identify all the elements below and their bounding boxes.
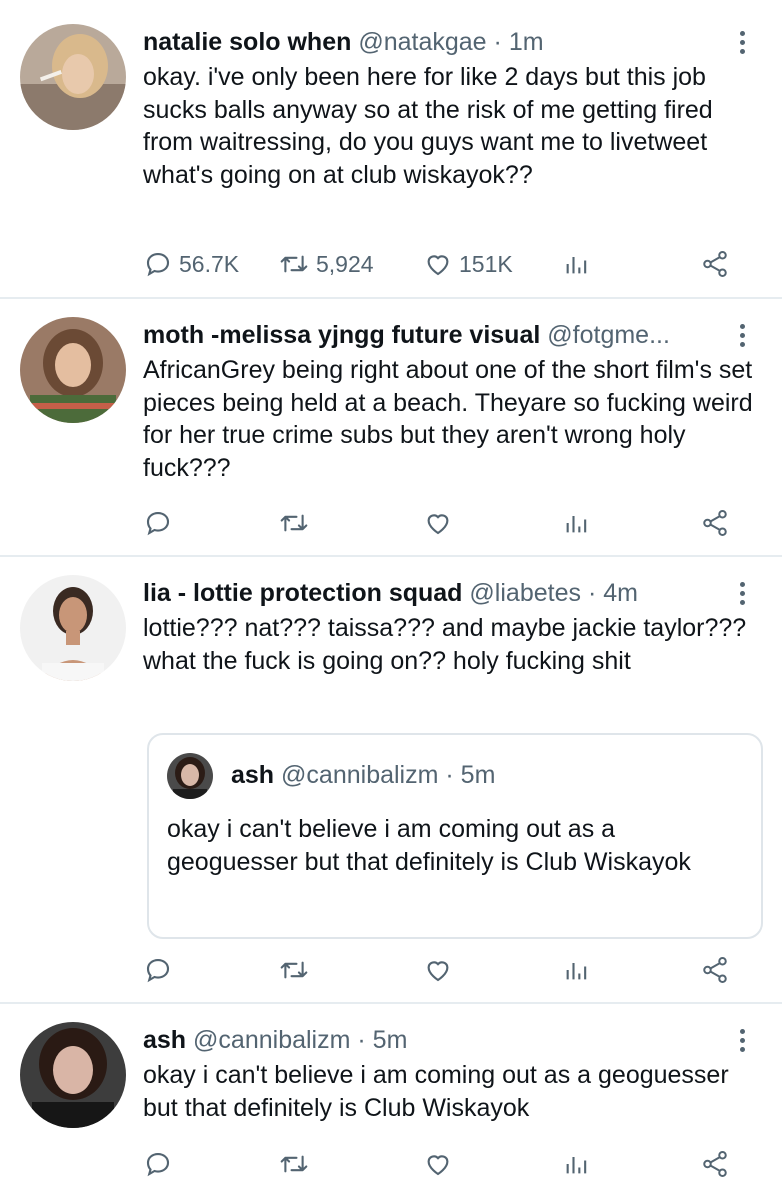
retweet-button[interactable]	[278, 1146, 310, 1182]
timestamp[interactable]: 4m	[603, 579, 638, 607]
quoted-tweet-header: ash @cannibalizm · 5m	[231, 757, 495, 793]
share-icon	[703, 510, 727, 536]
retweet-button[interactable]	[278, 505, 310, 541]
heart-icon	[427, 255, 449, 276]
timestamp[interactable]: 5m	[373, 1026, 408, 1054]
more-vertical-icon[interactable]	[732, 1022, 752, 1058]
display-name: ash	[231, 761, 275, 789]
timestamp: 5m	[460, 761, 496, 789]
separator-dot: ·	[357, 1026, 366, 1054]
reply-icon	[146, 958, 170, 983]
action-bar	[143, 952, 743, 988]
avatar[interactable]	[167, 753, 213, 799]
reply-icon	[146, 252, 170, 277]
like-button[interactable]	[423, 505, 453, 541]
analytics-icon	[566, 963, 587, 980]
reply-button[interactable]	[143, 1146, 173, 1182]
action-bar: 56.7K 5,924 151K	[143, 246, 743, 282]
username[interactable]: @fotgme...	[547, 321, 670, 349]
avatar[interactable]	[20, 24, 126, 130]
tweet-header: natalie solo when @natakgae · 1m	[143, 24, 730, 60]
retweet-icon	[280, 255, 308, 273]
reply-button[interactable]	[143, 505, 173, 541]
tweet-text: lottie??? nat??? taissa??? and maybe jac…	[143, 614, 754, 675]
like-button[interactable]	[423, 1146, 453, 1182]
retweet-icon	[280, 1155, 308, 1173]
heart-icon	[427, 1155, 449, 1176]
username: @cannibalizm	[281, 761, 439, 789]
like-button[interactable]	[423, 952, 453, 988]
separator-dot: ·	[587, 579, 597, 607]
reply-button[interactable]	[143, 952, 173, 988]
analytics-icon	[566, 1157, 587, 1174]
tweet-header: ash @cannibalizm · 5m	[143, 1022, 730, 1058]
username[interactable]: @liabetes	[469, 579, 581, 607]
tweet[interactable]: natalie solo when @natakgae · 1m okay. i…	[0, 0, 782, 298]
tweet[interactable]: moth -melissa yjngg future visual @fotgm…	[0, 299, 782, 556]
share-button[interactable]	[699, 246, 731, 282]
share-button[interactable]	[699, 952, 731, 988]
share-icon	[703, 957, 727, 983]
tweet[interactable]: ash @cannibalizm · 5m okay i can't belie…	[0, 1004, 782, 1200]
quoted-tweet[interactable]: ash @cannibalizm · 5m okay i can't belie…	[147, 733, 763, 939]
quoted-tweet-text: okay i can't believe i am coming out as …	[167, 815, 691, 876]
analytics-icon	[566, 516, 587, 533]
share-button[interactable]	[699, 1146, 731, 1182]
more-vertical-icon[interactable]	[732, 24, 752, 60]
heart-icon	[427, 961, 449, 982]
avatar[interactable]	[20, 317, 126, 423]
like-button[interactable]: 151K	[423, 246, 513, 282]
avatar[interactable]	[20, 1022, 126, 1128]
retweet-count: 5,924	[316, 250, 374, 277]
share-icon	[703, 251, 727, 277]
retweet-button[interactable]: 5,924	[278, 246, 374, 282]
action-bar	[143, 1146, 743, 1182]
avatar[interactable]	[20, 575, 126, 681]
heart-icon	[427, 514, 449, 535]
share-icon	[703, 1151, 727, 1177]
tweet-text: AfricanGrey being right about one of the…	[143, 356, 760, 482]
retweet-icon	[280, 961, 308, 979]
analytics-button[interactable]	[563, 246, 591, 282]
tweet-text: okay. i've only been here for like 2 day…	[143, 63, 720, 189]
share-button[interactable]	[699, 505, 731, 541]
analytics-icon	[566, 257, 587, 274]
reply-icon	[146, 1152, 170, 1177]
timeline: natalie solo when @natakgae · 1m okay. i…	[0, 0, 782, 1200]
analytics-button[interactable]	[563, 952, 591, 988]
tweet-header: lia - lottie protection squad @liabetes …	[143, 575, 730, 611]
tweet-header: moth -melissa yjngg future visual @fotgm…	[143, 317, 730, 353]
analytics-button[interactable]	[563, 1146, 591, 1182]
separator-dot: ·	[493, 28, 502, 56]
more-vertical-icon[interactable]	[732, 575, 752, 611]
retweet-button[interactable]	[278, 952, 310, 988]
separator-dot: ·	[445, 761, 454, 789]
more-vertical-icon[interactable]	[732, 317, 752, 353]
tweet[interactable]: lia - lottie protection squad @liabetes …	[0, 557, 782, 1003]
display-name[interactable]: lia - lottie protection squad	[143, 579, 462, 607]
reply-icon	[146, 511, 170, 536]
action-bar	[143, 505, 743, 541]
like-count: 151K	[459, 250, 513, 277]
analytics-button[interactable]	[563, 505, 591, 541]
retweet-icon	[280, 514, 308, 532]
reply-count: 56.7K	[179, 250, 240, 277]
timestamp[interactable]: 1m	[509, 28, 544, 56]
username[interactable]: @natakgae	[358, 28, 486, 56]
display-name[interactable]: ash	[143, 1026, 186, 1054]
reply-button[interactable]: 56.7K	[143, 246, 239, 282]
display-name[interactable]: natalie solo when	[143, 28, 351, 56]
display-name[interactable]: moth -melissa yjngg future visual	[143, 321, 540, 349]
tweet-text: okay i can't believe i am coming out as …	[143, 1061, 736, 1122]
username[interactable]: @cannibalizm	[193, 1026, 350, 1054]
